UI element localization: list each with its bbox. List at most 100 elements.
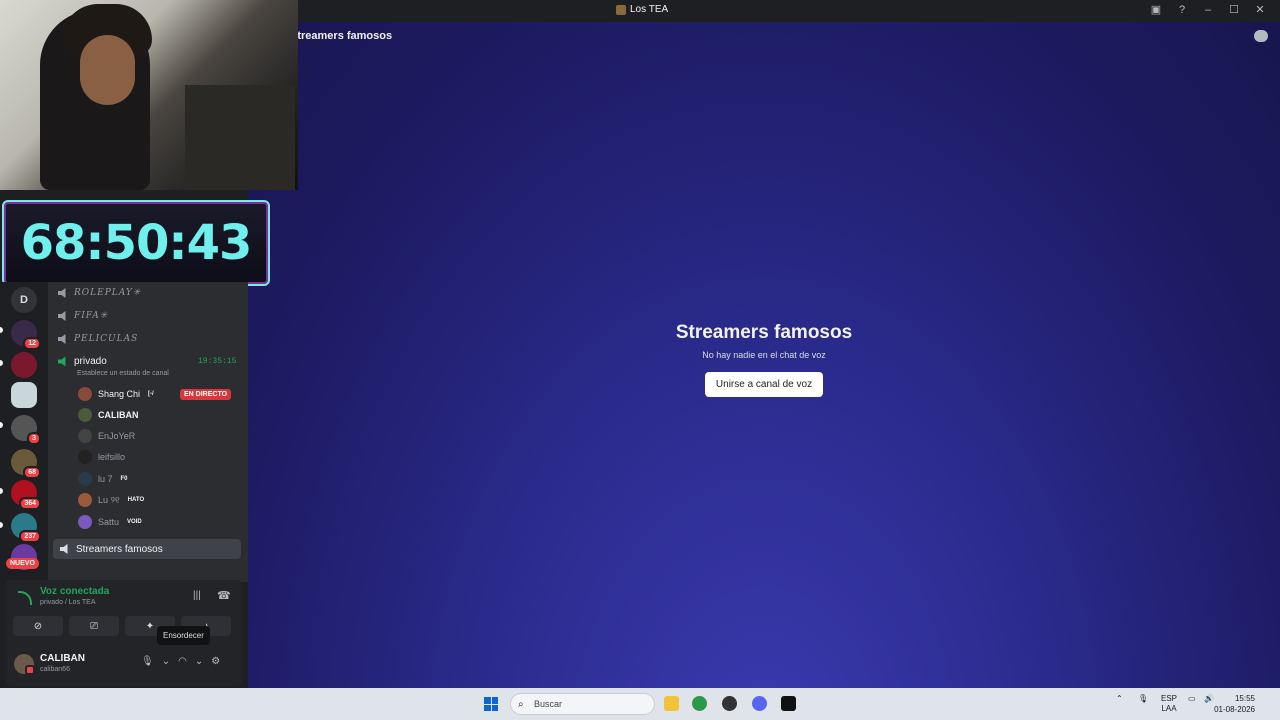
inbox-icon[interactable]: ▣ xyxy=(1150,3,1162,16)
chevron-up-icon[interactable]: ⌃ xyxy=(1116,694,1123,703)
gear-icon[interactable]: ⚙ xyxy=(211,656,220,667)
disconnect-icon[interactable]: ☎ xyxy=(217,589,231,602)
soundboard-icon[interactable]: ||| xyxy=(193,590,201,601)
window-title: Los TEA xyxy=(616,4,668,15)
speaker-icon xyxy=(58,356,66,367)
channel-header: Streamers famosos xyxy=(290,30,393,42)
user-name: CALIBAN xyxy=(40,653,85,664)
avatar xyxy=(78,450,92,464)
minimize-icon[interactable]: – xyxy=(1202,4,1214,16)
channel-streamers-famosos[interactable]: Streamers famosos xyxy=(53,539,241,559)
search-icon: ⌕ xyxy=(518,699,524,710)
stage-center: Streamers famosos No hay nadie en el cha… xyxy=(248,322,1280,397)
channel-privado[interactable]: privado xyxy=(58,356,107,367)
search-box[interactable]: ⌕ Buscar xyxy=(510,693,655,715)
avatar xyxy=(78,493,92,507)
avatar xyxy=(78,429,92,443)
signal-icon xyxy=(18,591,32,605)
live-badge: EN DIRECTO xyxy=(180,389,232,400)
status-dot xyxy=(25,665,35,675)
speaker-icon xyxy=(58,288,66,298)
close-icon[interactable]: ✕ xyxy=(1254,3,1266,16)
avatar xyxy=(78,408,92,422)
chat-icon[interactable] xyxy=(1254,30,1268,42)
webcam-overlay xyxy=(0,0,298,190)
clock[interactable]: 15:55 01-08-2026 xyxy=(1214,693,1255,715)
help-icon[interactable]: ? xyxy=(1176,4,1188,16)
mention-badge: 12 xyxy=(23,337,41,350)
server-icon[interactable]: 3 xyxy=(11,415,41,445)
channel-roleplay[interactable]: ROLEPLAY✳ xyxy=(58,288,141,298)
join-voice-button[interactable]: Unirse a canal de voz xyxy=(704,372,824,397)
voice-member[interactable]: Shang Chi [-/ xyxy=(78,386,156,402)
channel-fifa[interactable]: FIFA✳ xyxy=(58,311,108,321)
avatar[interactable] xyxy=(14,654,35,675)
channel-status[interactable]: Establece un estado de canal xyxy=(77,370,169,377)
voice-status: Voz conectada xyxy=(40,586,110,597)
background-shelf xyxy=(185,85,295,190)
camera-button[interactable]: ⊘ xyxy=(13,616,63,636)
tooltip: Ensordecer xyxy=(157,626,210,645)
speaker-icon xyxy=(60,544,68,554)
voice-member[interactable]: lu 7 F0 xyxy=(78,471,130,487)
server-los-tea[interactable] xyxy=(11,382,37,408)
server-icon[interactable] xyxy=(11,352,37,378)
streamer-face xyxy=(80,35,135,105)
user-controls: 🎙 ⌄ ◠ ⌄ ⚙ xyxy=(141,656,220,667)
avatar xyxy=(78,472,92,486)
voice-panel: Voz conectada privado / Los TEA ||| ☎ ⊘ … xyxy=(5,580,243,686)
microphone-icon[interactable]: 🎙 xyxy=(141,656,154,667)
avatar xyxy=(78,387,92,401)
subathon-timer: 68:50:43 xyxy=(2,200,270,286)
discord-icon[interactable] xyxy=(752,696,767,711)
speaker-icon xyxy=(58,311,66,321)
voice-location[interactable]: privado / Los TEA xyxy=(40,599,96,606)
mention-badge: 237 xyxy=(19,530,41,543)
window-controls: ▣ ? – ☐ ✕ xyxy=(1150,3,1266,17)
stage-subtitle: No hay nadie en el chat de voz xyxy=(702,350,826,360)
timer-value: 68:50:43 xyxy=(20,215,253,271)
voice-member[interactable]: EnJoYeR xyxy=(78,428,135,444)
file-explorer-icon[interactable] xyxy=(664,696,679,711)
taskbar: ⌕ Buscar ⌃ 🎙 ESP LAA ▭ 🔊 15:55 01-08-202… xyxy=(0,688,1280,720)
headphones-icon[interactable]: ◠ xyxy=(178,656,187,667)
unread-pip xyxy=(0,360,3,366)
maximize-icon[interactable]: ☐ xyxy=(1228,3,1240,16)
mention-badge: 68 xyxy=(23,466,41,479)
server-icon[interactable]: 237 xyxy=(11,513,41,543)
server-icon[interactable]: 68 xyxy=(11,449,41,479)
screen-share-button[interactable]: ⎚ xyxy=(69,616,119,636)
user-handle: caliban66 xyxy=(40,666,70,673)
server-icon[interactable]: 364 xyxy=(11,480,41,510)
voice-member[interactable]: CALIBAN xyxy=(78,407,139,423)
chevron-down-icon[interactable]: ⌄ xyxy=(195,656,203,667)
volume-icon[interactable]: 🔊 xyxy=(1204,694,1214,703)
channel-peliculas[interactable]: PELICULAS xyxy=(58,334,138,344)
mention-badge: 3 xyxy=(27,432,41,445)
server-icon[interactable]: 12 xyxy=(11,320,41,350)
channel-list: ROLEPLAY✳ FIFA✳ PELICULAS privado 19:35:… xyxy=(48,282,248,582)
voice-member[interactable]: leifsillo xyxy=(78,449,125,465)
server-d[interactable]: D xyxy=(11,287,37,313)
voice-stage: Streamers famosos Streamers famosos No h… xyxy=(248,22,1280,688)
microphone-icon[interactable]: 🎙 xyxy=(1138,694,1148,703)
channel-timer: 19:35:15 xyxy=(198,357,237,366)
voice-member[interactable]: Sattu VOID xyxy=(78,514,144,530)
obs-icon[interactable] xyxy=(722,696,737,711)
speaker-icon xyxy=(58,334,66,344)
unread-pip xyxy=(0,422,3,428)
language-indicator[interactable]: ESP LAA xyxy=(1161,694,1177,714)
voice-member[interactable]: Lu ୨୧ HATO xyxy=(78,492,147,508)
unread-pip xyxy=(0,522,3,528)
new-badge: NUEVO xyxy=(6,558,39,569)
capcut-icon[interactable] xyxy=(781,696,796,711)
start-button[interactable] xyxy=(484,697,498,711)
network-icon[interactable]: ▭ xyxy=(1188,694,1196,703)
avatar xyxy=(78,515,92,529)
chrome-icon[interactable] xyxy=(692,696,707,711)
chevron-down-icon[interactable]: ⌄ xyxy=(162,656,170,667)
unread-pip xyxy=(0,488,3,494)
stage-title: Streamers famosos xyxy=(675,322,853,343)
mention-badge: 364 xyxy=(19,497,41,510)
server-icon xyxy=(616,4,626,15)
